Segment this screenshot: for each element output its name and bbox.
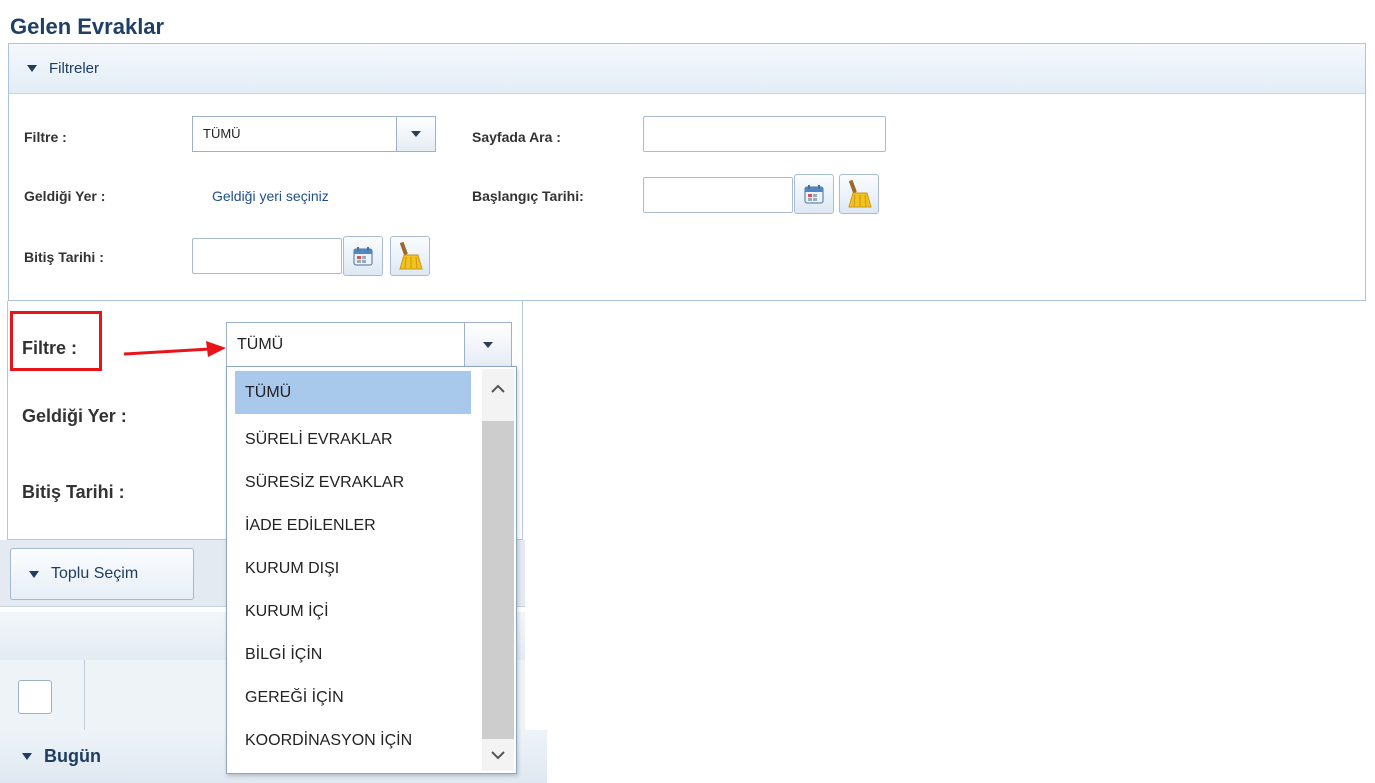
baslangic-tarihi-label: Başlangıç Tarihi: <box>472 188 584 204</box>
zoom-bitis-tarihi-label: Bitiş Tarihi : <box>22 482 125 502</box>
dropdown-option[interactable]: BİLGİ İÇİN <box>235 633 471 676</box>
select-all-checkbox[interactable] <box>18 680 52 714</box>
collapse-triangle-icon <box>27 65 37 72</box>
dropdown-option[interactable]: KURUM İÇİ <box>235 590 471 633</box>
baslangic-clear-button[interactable] <box>839 174 879 214</box>
dropdown-triangle-icon <box>29 570 39 578</box>
group-bugun-label: Bugün <box>44 746 101 766</box>
column-separator <box>84 660 85 730</box>
dropdown-scrollbar[interactable] <box>482 369 514 771</box>
dropdown-option[interactable]: SÜRESİZ EVRAKLAR <box>235 461 471 504</box>
geldigi-yer-label: Geldiği Yer : <box>24 188 106 204</box>
scroll-down-icon[interactable] <box>482 739 514 771</box>
broom-icon <box>848 180 872 208</box>
dropdown-option[interactable]: TÜMÜ <box>235 371 471 414</box>
scroll-up-icon[interactable] <box>482 373 514 405</box>
toplu-secim-label: Toplu Seçim <box>51 565 139 582</box>
zoom-filtre-select[interactable]: TÜMÜ <box>226 322 512 368</box>
chevron-down-icon <box>483 342 493 348</box>
dropdown-option[interactable]: KURUM DIŞI <box>235 547 471 590</box>
dropdown-option[interactable]: İADE EDİLENLER <box>235 504 471 547</box>
zoom-filtre-label: Filtre : <box>22 338 78 358</box>
filtre-select[interactable]: TÜMÜ <box>192 116 436 152</box>
sayfada-ara-input[interactable] <box>643 116 886 152</box>
filters-panel-header[interactable]: Filtreler <box>9 44 1365 94</box>
filtre-dropdown-button[interactable] <box>396 117 435 151</box>
calendar-icon <box>353 247 373 266</box>
dropdown-option[interactable]: SÜRELİ EVRAKLAR <box>235 418 471 461</box>
calendar-icon <box>804 185 824 204</box>
zoom-filtre-dropdown-button[interactable] <box>464 323 511 367</box>
dropdown-option[interactable]: GEREĞİ İÇİN <box>235 676 471 719</box>
geldigi-yer-link[interactable]: Geldiği yeri seçiniz <box>212 188 329 204</box>
page-title: Gelen Evraklar <box>10 14 165 39</box>
filtre-label: Filtre : <box>24 129 67 145</box>
chevron-down-icon <box>411 131 421 137</box>
red-arrow-icon <box>123 341 226 357</box>
zoom-geldigi-yer-label: Geldiği Yer : <box>22 406 127 426</box>
filters-panel-title: Filtreler <box>49 60 100 77</box>
dropdown-option[interactable]: KOORDİNASYON İÇİN <box>235 719 471 762</box>
filtre-select-value: TÜMÜ <box>203 126 241 141</box>
scroll-thumb[interactable] <box>482 421 514 739</box>
baslangic-calendar-button[interactable] <box>794 174 834 214</box>
broom-icon <box>399 242 423 270</box>
filtre-dropdown-list[interactable]: TÜMÜ SÜRELİ EVRAKLAR SÜRESİZ EVRAKLAR İA… <box>226 366 517 774</box>
bitis-tarihi-label: Bitiş Tarihi : <box>24 249 104 265</box>
zoom-filtre-select-value: TÜMÜ <box>237 336 284 353</box>
bitis-calendar-button[interactable] <box>343 236 383 276</box>
collapse-triangle-icon <box>22 753 32 760</box>
baslangic-tarihi-input[interactable] <box>643 177 793 213</box>
bitis-tarihi-input[interactable] <box>192 238 342 274</box>
sayfada-ara-label: Sayfada Ara : <box>472 129 561 145</box>
bitis-clear-button[interactable] <box>390 236 430 276</box>
toplu-secim-button[interactable]: Toplu Seçim <box>10 548 194 600</box>
